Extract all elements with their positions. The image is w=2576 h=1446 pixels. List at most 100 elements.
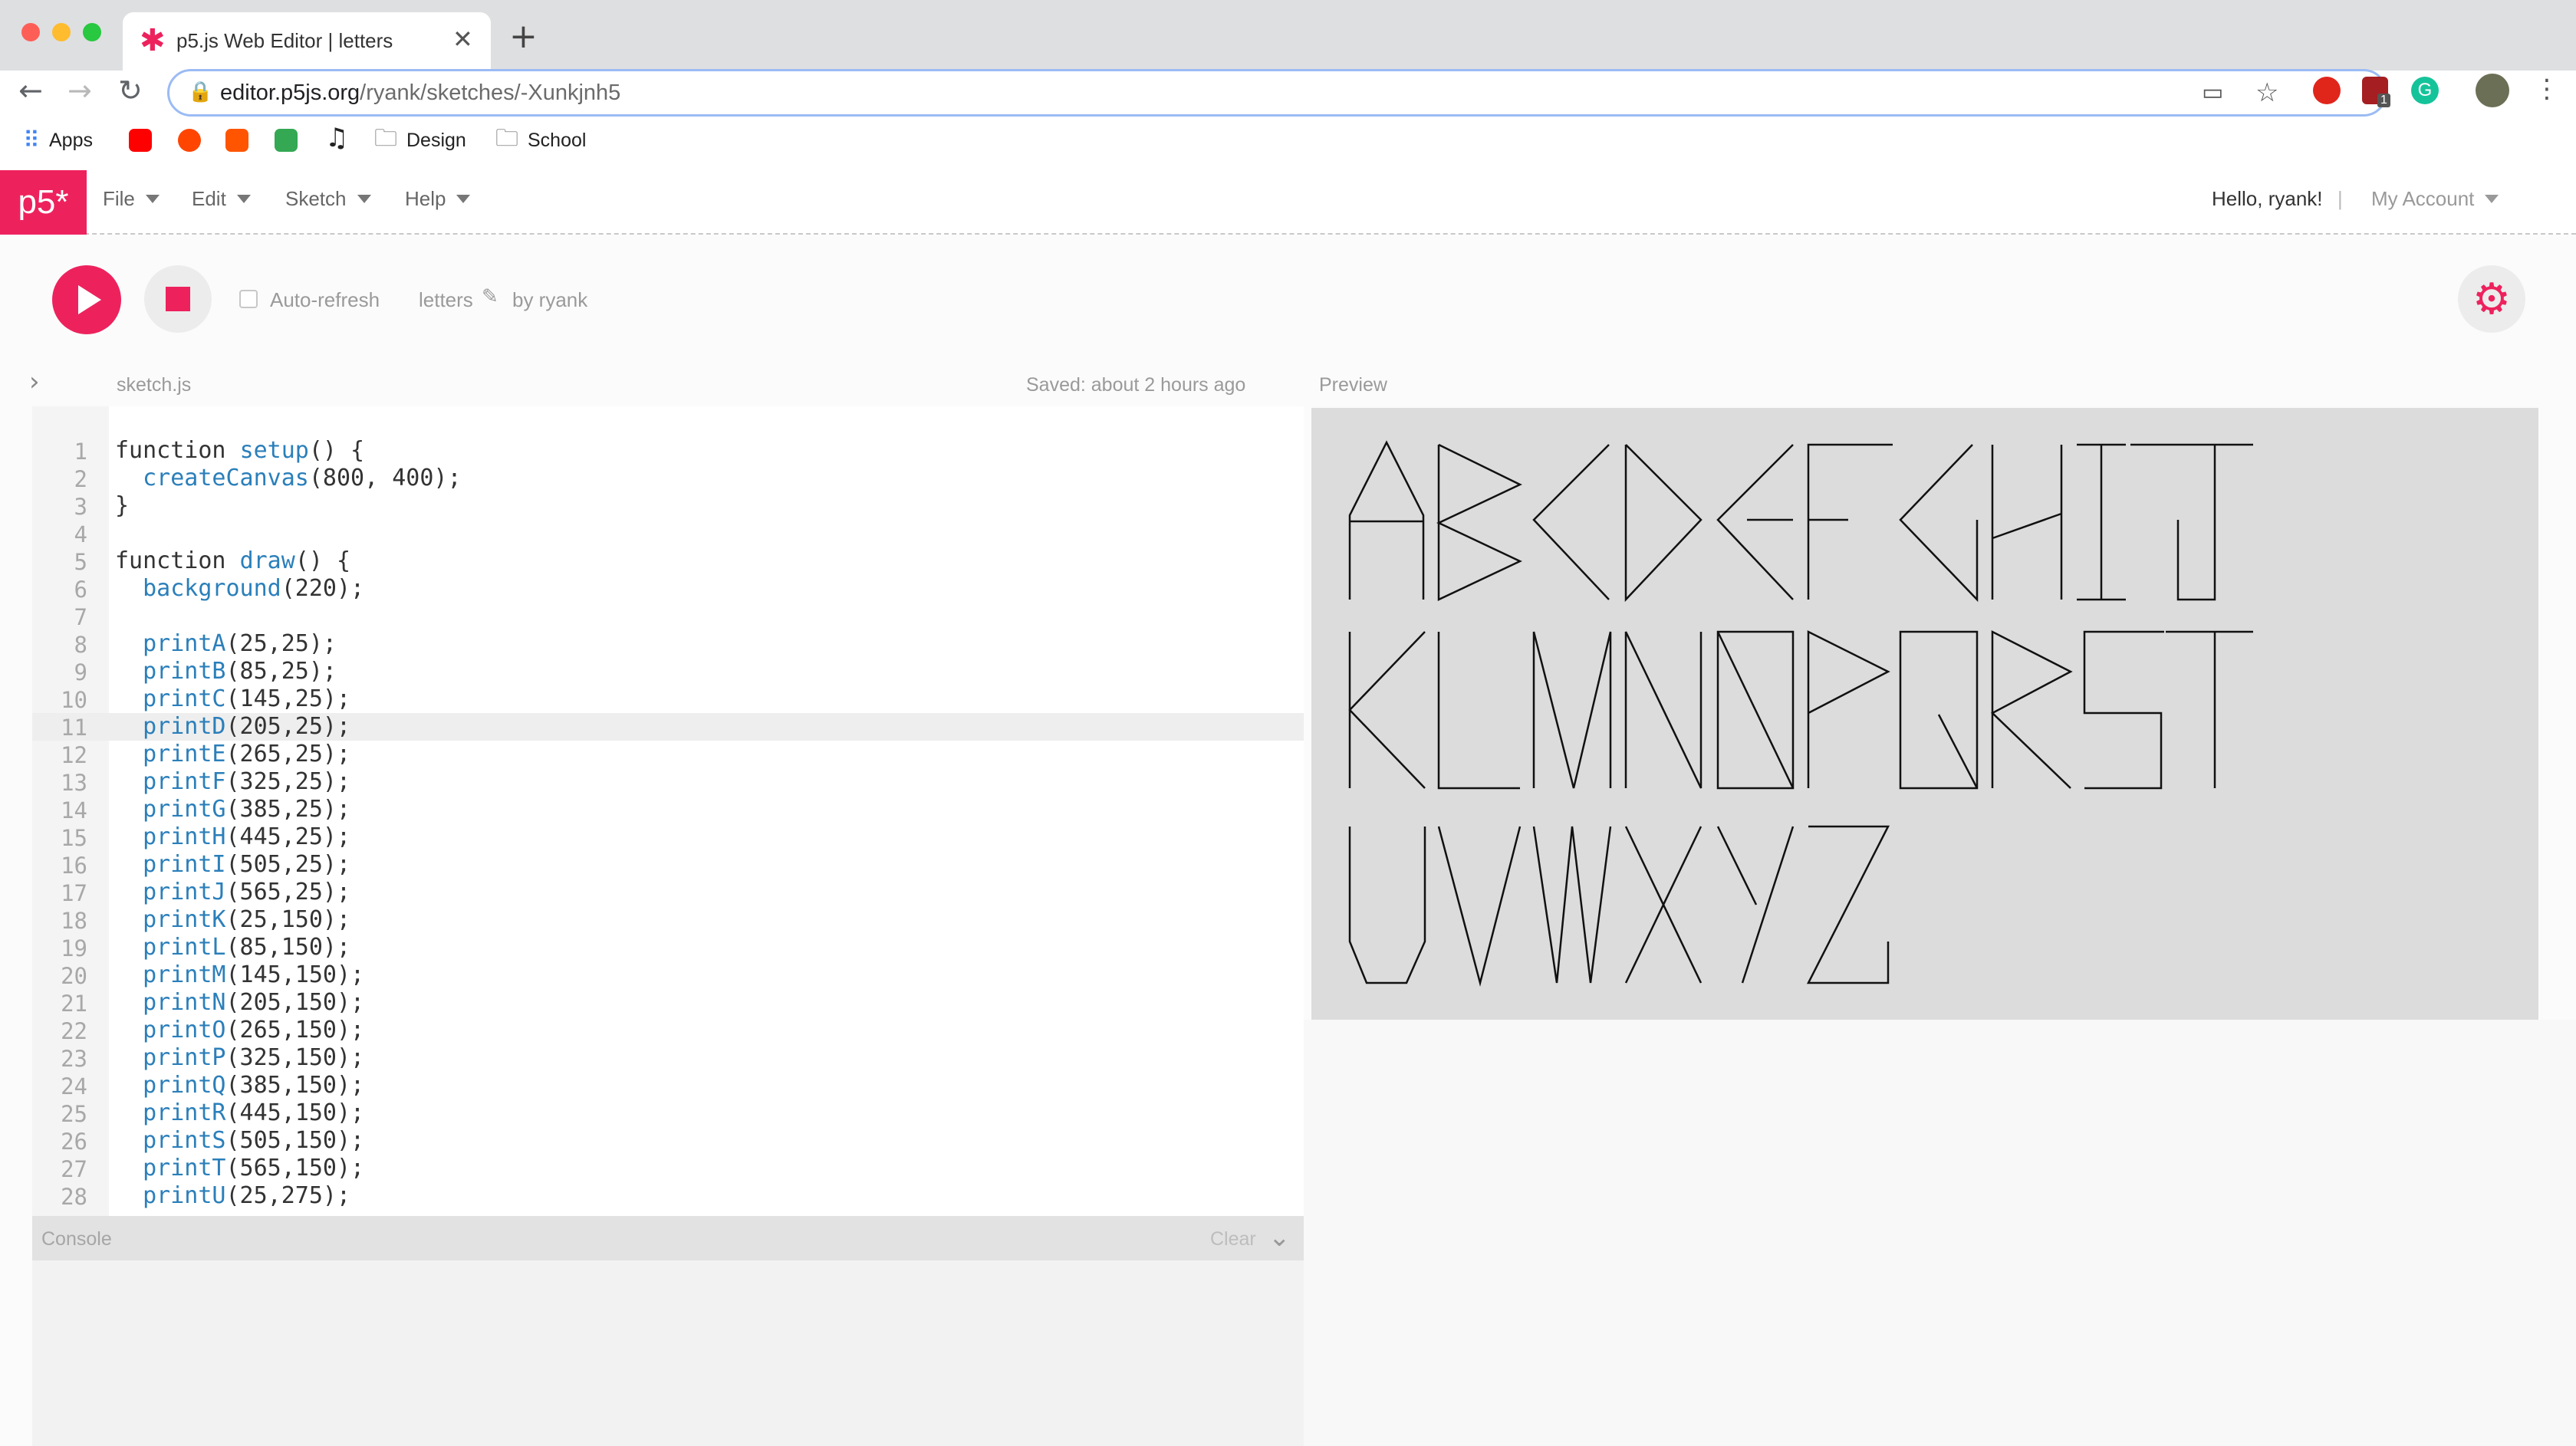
bookmark-star-icon[interactable]: ☆ xyxy=(2255,77,2278,108)
line-number: 10 xyxy=(61,687,87,713)
bookmark-apps[interactable]: ⠿ Apps xyxy=(23,126,93,155)
code-line: printE(265,25); xyxy=(143,741,351,767)
tab-title: p5.js Web Editor | letters xyxy=(176,29,393,52)
close-tab-icon[interactable]: ✕ xyxy=(452,25,473,54)
editor-file-bar xyxy=(0,360,2576,406)
browser-menu-icon[interactable]: ⋮ xyxy=(2534,74,2560,104)
preview-canvas[interactable] xyxy=(1311,408,2538,1020)
browser-tab[interactable]: ✱ p5.js Web Editor | letters ✕ xyxy=(123,12,491,72)
letter-o xyxy=(1716,630,1795,790)
p5-logo[interactable]: p5* xyxy=(0,170,87,235)
address-bar[interactable]: 🔒 editor.p5js.org/ryank/sketches/-Xunkjn… xyxy=(167,69,2387,117)
bookmark-label: School xyxy=(528,129,587,151)
code-line: printQ(385,150); xyxy=(143,1072,365,1099)
apps-grid-icon: ⠿ xyxy=(23,127,40,154)
console-clear-button[interactable]: Clear xyxy=(1210,1228,1256,1250)
letter-q xyxy=(1899,630,1979,790)
letter-r xyxy=(1990,629,2073,789)
line-number: 9 xyxy=(74,659,87,685)
code-line: createCanvas(800, 400); xyxy=(143,465,462,491)
profile-avatar[interactable] xyxy=(2476,74,2509,107)
code-line: function setup() { xyxy=(115,437,365,464)
cast-icon[interactable]: ▭ xyxy=(2202,79,2223,106)
chevron-down-icon xyxy=(2485,195,2499,203)
letter-k xyxy=(1348,631,1426,789)
grammarly-extension-icon[interactable]: G xyxy=(2411,77,2439,104)
chevron-down-icon xyxy=(236,195,251,203)
reddit-icon[interactable] xyxy=(178,129,201,152)
code-line: printO(265,150); xyxy=(143,1017,365,1043)
menu-file[interactable]: File xyxy=(103,187,160,211)
bookmark-label: Design xyxy=(406,129,466,151)
bookmark-folder-design[interactable]: 🗀 Design xyxy=(374,125,466,155)
letter-i xyxy=(2077,443,2126,601)
letter-y xyxy=(1716,826,1795,984)
sketch-toolbar xyxy=(0,235,2576,360)
line-number: 3 xyxy=(74,494,87,520)
letter-n xyxy=(1624,631,1703,789)
stop-button[interactable] xyxy=(144,265,212,333)
code-line: } xyxy=(115,492,130,519)
new-tab-icon[interactable]: + xyxy=(509,17,538,56)
file-tab-sketch-js[interactable]: sketch.js xyxy=(117,374,191,396)
menu-help[interactable]: Help xyxy=(405,187,471,211)
adblock-extension-icon[interactable] xyxy=(2313,77,2341,104)
sketch-name[interactable]: letters xyxy=(419,288,473,312)
sketch-author: by ryank xyxy=(512,288,588,311)
soundcloud-icon[interactable] xyxy=(225,129,248,152)
close-window-button[interactable] xyxy=(21,23,40,41)
line-number: 20 xyxy=(61,963,87,989)
chevron-down-icon xyxy=(456,195,471,203)
code-line: printR(445,150); xyxy=(143,1099,365,1126)
my-account-menu[interactable]: My Account xyxy=(2371,187,2499,211)
code-line: printI(505,25); xyxy=(143,851,351,878)
code-line: printB(85,25); xyxy=(143,658,337,685)
letter-t xyxy=(2166,630,2253,788)
maps-icon[interactable] xyxy=(275,129,298,152)
line-number: 16 xyxy=(61,853,87,879)
code-line: printA(25,25); xyxy=(143,630,337,657)
auto-refresh-label: Auto-refresh xyxy=(270,288,380,311)
app-header xyxy=(0,170,2576,235)
forward-icon[interactable]: → xyxy=(67,74,92,107)
letter-u xyxy=(1348,827,1426,984)
letter-v xyxy=(1437,826,1522,987)
gear-icon: ⚙ xyxy=(2472,274,2512,324)
line-number: 1 xyxy=(74,439,87,465)
console-header: Console Clear ⌄ xyxy=(32,1216,1304,1260)
code-line: printM(145,150); xyxy=(143,961,365,988)
music-note-icon[interactable]: ♫ xyxy=(325,123,348,153)
reload-icon[interactable]: ↻ xyxy=(118,74,143,107)
auto-refresh-checkbox[interactable] xyxy=(239,290,258,308)
code-line: printC(145,25); xyxy=(143,685,351,712)
bookmark-folder-school[interactable]: 🗀 School xyxy=(495,125,587,155)
code-editor[interactable]: 1 function setup() { 2 createCanvas(800, 4… xyxy=(32,406,1304,1216)
youtube-icon[interactable] xyxy=(129,129,152,152)
letter-w xyxy=(1532,826,1612,984)
chevron-right-icon[interactable]: › xyxy=(29,366,40,397)
letter-l xyxy=(1437,632,1520,790)
line-number: 12 xyxy=(61,742,87,768)
line-number: 27 xyxy=(61,1156,87,1182)
play-button[interactable] xyxy=(52,265,121,334)
letter-p xyxy=(1807,629,1890,788)
line-number: 4 xyxy=(74,521,87,547)
code-line: printN(205,150); xyxy=(143,989,365,1016)
line-number: 2 xyxy=(74,466,87,492)
pencil-edit-icon[interactable]: ✎ xyxy=(482,285,498,308)
header-separator: | xyxy=(2337,187,2343,210)
maximize-window-button[interactable] xyxy=(83,23,101,41)
letter-c xyxy=(1532,444,1610,600)
minimize-window-button[interactable] xyxy=(52,23,71,41)
chevron-down-icon[interactable]: ⌄ xyxy=(1268,1222,1291,1253)
line-number: 28 xyxy=(61,1184,87,1210)
back-icon[interactable]: ← xyxy=(18,74,43,107)
code-line: background(220); xyxy=(143,575,365,602)
shield-extension-icon[interactable]: 1 xyxy=(2362,77,2390,107)
menu-sketch[interactable]: Sketch xyxy=(285,187,371,211)
letter-g xyxy=(1899,444,1979,603)
alphabet-drawing xyxy=(1348,440,2253,987)
menu-edit[interactable]: Edit xyxy=(192,187,251,211)
letter-f xyxy=(1807,443,1893,600)
settings-button[interactable]: ⚙ xyxy=(2458,265,2525,333)
